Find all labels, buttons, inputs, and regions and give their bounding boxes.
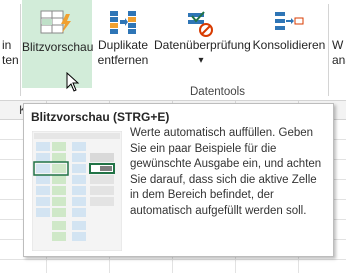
flash-fill-button[interactable]: Blitzvorschau	[22, 0, 94, 88]
group-label-datentools: Datentools	[190, 86, 245, 98]
tooltip-title: Blitzvorschau (STRG+E)	[31, 110, 170, 124]
mouse-cursor-icon	[66, 72, 80, 92]
flash-fill-label: Blitzvorschau	[22, 40, 94, 54]
tooltip: Blitzvorschau (STRG+E) Werte automatisch…	[23, 103, 334, 257]
data-validation-icon	[188, 11, 213, 37]
ribbon: in ten Blitzvorschau Duplikate entfernen…	[0, 0, 346, 101]
partial-right-button[interactable]: W ana	[330, 0, 346, 88]
data-validation-dropdown-icon[interactable]: ▾	[154, 53, 248, 68]
group-divider-right	[328, 4, 329, 96]
consolidate-button[interactable]: Konsolidieren	[250, 0, 328, 88]
partial-right-line2: ana	[332, 53, 346, 67]
partial-left-line2: ten	[2, 53, 19, 67]
data-validation-label: Datenüberprüfung	[154, 38, 251, 52]
group-divider-left	[20, 4, 21, 96]
remove-duplicates-button[interactable]: Duplikate entfernen	[93, 0, 153, 88]
flash-fill-icon	[40, 10, 71, 34]
data-validation-button[interactable]: Datenüberprüfung ▾	[154, 0, 251, 88]
gridline	[0, 259, 346, 260]
consolidate-label: Konsolidieren	[252, 38, 326, 52]
partial-right-line1: W	[332, 38, 344, 52]
tooltip-description: Werte automatisch auffüllen. Geben Sie e…	[130, 127, 322, 217]
consolidate-icon	[275, 12, 304, 30]
remove-duplicates-line2: entfernen	[97, 53, 149, 67]
partial-left-line1: in	[2, 38, 12, 52]
remove-duplicates-line1: Duplikate	[97, 38, 149, 52]
flash-fill-illustration	[32, 131, 122, 251]
remove-duplicates-icon	[110, 11, 136, 34]
partial-left-button[interactable]: in ten	[0, 0, 19, 88]
